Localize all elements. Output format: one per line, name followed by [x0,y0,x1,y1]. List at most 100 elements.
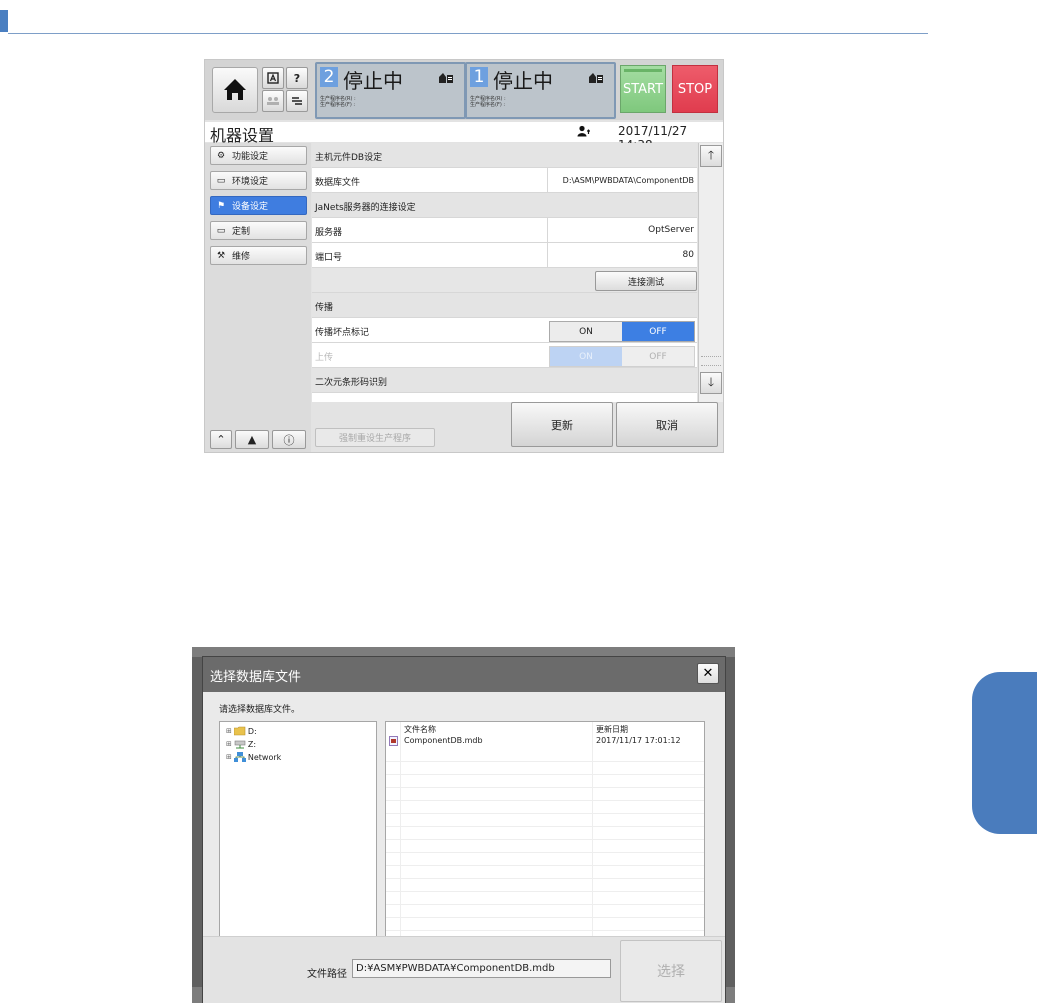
help-icon: ? [293,71,301,85]
toggle-off-option[interactable]: OFF [622,322,694,341]
expand-icon[interactable]: ⊞ [226,727,232,735]
upload-toggle: ON OFF [549,346,695,367]
port-row: 端口号 80 [312,243,697,268]
file-row[interactable]: ComponentDB.mdb 2017/11/17 17:01:12 [386,734,704,748]
program-icon [588,72,604,87]
empty-row [386,878,704,892]
alarm-button[interactable]: ▲ [235,430,269,449]
field-label: 服务器 [315,228,343,238]
file-path-field[interactable]: D:¥ASM¥PWBDATA¥ComponentDB.mdb [352,959,611,978]
info-button[interactable]: ⓘ [272,430,306,449]
tree-item-z-drive[interactable]: ⊞ Z: [226,739,256,749]
menu-label: 设备设定 [232,202,269,212]
menu-maintenance[interactable]: ⚒ 维修 [210,246,307,265]
expand-icon[interactable]: ⊞ [226,740,232,748]
lane-2-status[interactable]: 2 停止中 生产程序名(R) : 生产程序名(F) : [315,62,466,119]
lane-status-text: 停止中 [343,69,403,93]
toggle-on-option[interactable]: ON [550,322,622,341]
scroll-grip[interactable] [701,356,721,366]
section-header: 传播 [312,293,697,318]
network-cable-icon [292,97,302,105]
operator-button[interactable] [262,90,284,112]
help-button[interactable]: ? [286,67,308,89]
update-button[interactable]: 更新 [511,402,613,447]
menu-environment-settings[interactable]: ▭ 环境设定 [210,171,307,190]
port-value[interactable]: 80 [547,243,697,267]
tree-label: Z: [247,739,257,749]
section-title: 传播 [315,303,334,313]
start-button[interactable]: START [620,65,666,113]
db-file-row: 数据库文件 D:\ASM\PWBDATA\ComponentDB [312,168,697,193]
close-icon: ✕ [702,666,714,681]
network-drive-icon [234,740,246,749]
user-icon [577,125,591,140]
scroll-up-button[interactable]: 🡑 [700,145,722,167]
folder-tree[interactable]: ⊞ D: ⊞ Z: ⊞ Network [219,721,377,938]
dialog-title-bar: 选择数据库文件 ✕ [203,657,725,692]
connection-test-row: 连接测试 [312,268,697,293]
dialog-footer: 文件路径 D:¥ASM¥PWBDATA¥ComponentDB.mdb 选择 [203,936,725,1003]
empty-row [386,748,704,762]
server-value[interactable]: OptServer [547,218,697,242]
scroll-down-button[interactable]: 🡓 [700,372,722,394]
maintenance-icon: ⚒ [216,250,226,261]
upload-row: 上传 ON OFF [312,343,697,368]
language-button[interactable] [262,67,284,89]
folder-icon [233,726,246,736]
header-accent-bar [0,10,8,32]
expand-icon[interactable]: ⊞ [226,753,232,761]
network-icon [233,752,246,762]
vertical-scrollbar[interactable]: 🡑 🡓 [698,143,723,402]
force-reset-program-button[interactable]: 强制重设生产程序 [315,428,435,447]
settings-menu: ⚙ 功能设定 ▭ 环境设定 ⚑ 设备设定 ▭ 定制 ⚒ 维修 [205,143,311,452]
program-front-label: 生产程序名(F) : [470,102,506,108]
toggle-on-option: ON [550,347,622,366]
section-title: 主机元件DB设定 [315,153,383,163]
dialog-title: 选择数据库文件 [210,670,302,685]
empty-row [386,826,704,840]
menu-device-settings[interactable]: ⚑ 设备设定 [210,196,307,215]
empty-row [386,774,704,788]
stop-button[interactable]: STOP [672,65,718,113]
info-icon: ⓘ [283,433,295,447]
empty-row [386,839,704,853]
tree-item-network[interactable]: ⊞ Network [226,752,281,762]
field-label: 端口号 [315,253,343,263]
menu-label: 环境设定 [232,177,269,187]
gear-icon: ⚙ [216,150,226,161]
title-bar: 机器设置 2017/11/27 14:38 [205,122,723,152]
home-button[interactable] [212,67,258,113]
file-list[interactable]: 文件名称 更新日期 ComponentDB.mdb 2017/11/17 17:… [385,721,705,938]
db-file-value[interactable]: D:\ASM\PWBDATA\ComponentDB [547,168,697,192]
network-button[interactable] [286,90,308,112]
arrow-down-icon: 🡓 [707,374,715,389]
connection-test-button[interactable]: 连接测试 [595,271,697,291]
arrow-up-icon: 🡑 [707,147,715,162]
file-path-label: 文件路径 [307,969,347,980]
lane-number: 1 [470,67,488,87]
menu-function-settings[interactable]: ⚙ 功能设定 [210,146,307,165]
empty-row [386,865,704,879]
select-button[interactable]: 选择 [620,940,722,1002]
section-header: 主机元件DB设定 [312,143,697,168]
close-button[interactable]: ✕ [697,663,719,684]
keyboard-icon [267,72,279,84]
tree-item-d-drive[interactable]: ⊞ D: [226,726,257,736]
empty-row [386,787,704,801]
double-chevron-up-icon: ⌃ [216,433,226,446]
menu-label: 功能设定 [232,152,269,162]
cancel-button[interactable]: 取消 [616,402,718,447]
menu-custom[interactable]: ▭ 定制 [210,221,307,240]
operator-icon [267,97,279,105]
select-database-dialog: 选择数据库文件 ✕ 请选择数据库文件。 ⊞ D: ⊞ Z: ⊞ Network [202,656,726,1003]
dialog-prompt: 请选择数据库文件。 [219,705,301,715]
empty-row [386,800,704,814]
field-label: 数据库文件 [315,178,361,188]
empty-row [386,917,704,931]
lane-1-status[interactable]: 1 停止中 生产程序名(R) : 生产程序名(F) : [465,62,616,119]
empty-row [386,904,704,918]
expand-button[interactable]: ⌃ [210,430,232,449]
server-row: 服务器 OptServer [312,218,697,243]
section-title: JaNets服务器的连接设定 [315,203,416,213]
bad-mark-toggle[interactable]: ON OFF [549,321,695,342]
